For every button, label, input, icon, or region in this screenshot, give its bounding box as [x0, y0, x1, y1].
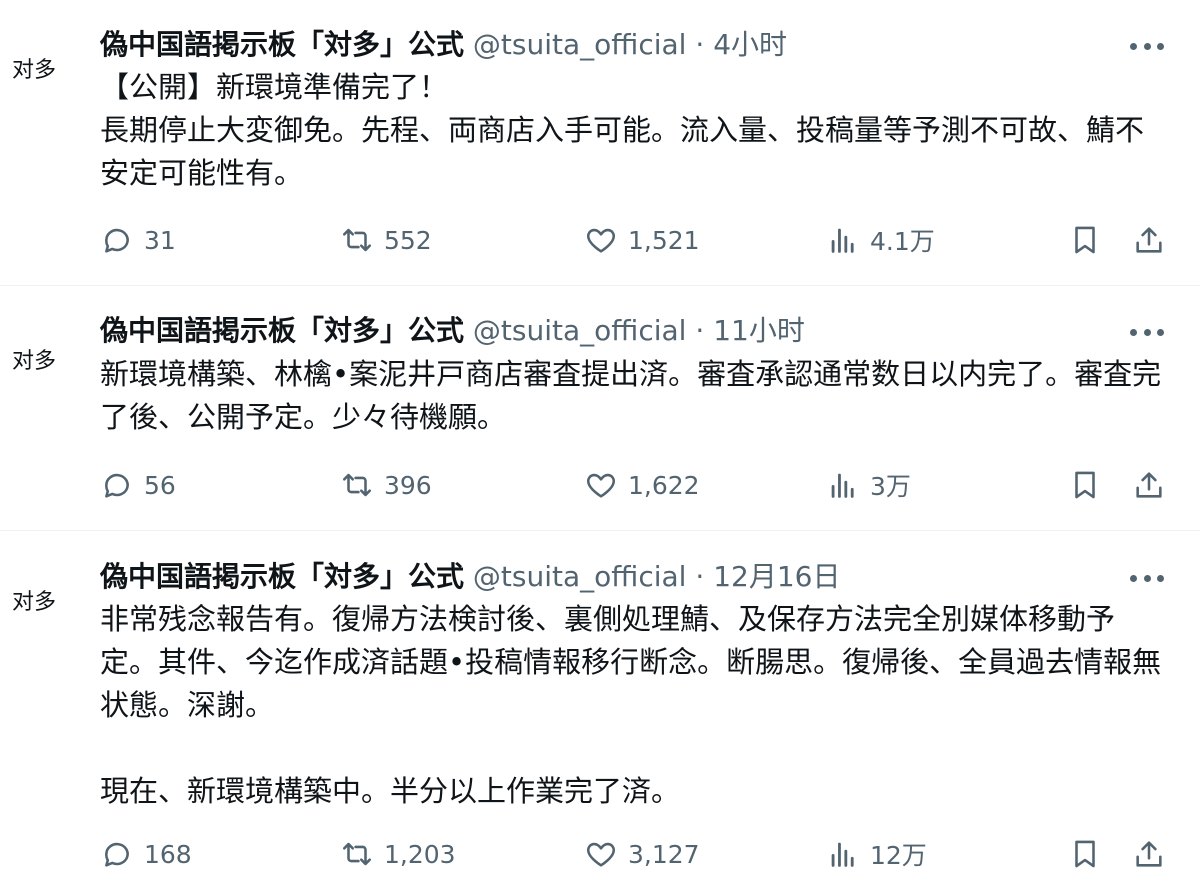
- separator: ·: [695, 560, 705, 593]
- repost-button[interactable]: 1,203: [340, 832, 456, 876]
- views-icon: [831, 473, 854, 498]
- more-icon[interactable]: [1130, 36, 1164, 56]
- repost-button[interactable]: 552: [340, 218, 432, 262]
- separator: ·: [695, 28, 705, 61]
- bookmark-button[interactable]: [1068, 463, 1102, 507]
- more-icon[interactable]: [1130, 568, 1164, 588]
- reply-button[interactable]: 56: [100, 463, 176, 507]
- timestamp[interactable]: 11小时: [713, 314, 805, 347]
- views-count: 3万: [870, 472, 911, 501]
- views-icon: [831, 842, 854, 867]
- bookmark-button[interactable]: [1068, 832, 1102, 876]
- bookmark-button[interactable]: [1068, 218, 1102, 262]
- avatar[interactable]: 对多: [12, 52, 72, 84]
- views-icon: [831, 228, 854, 253]
- views-count: 4.1万: [870, 227, 935, 256]
- avatar[interactable]: 对多: [12, 343, 72, 375]
- handle[interactable]: @tsuita_official: [473, 560, 687, 593]
- like-icon: [587, 473, 615, 498]
- post-text: 【公開】新環境準備完了！ 長期停止大変御免。先程、両商店入手可能。流入量、投稿量…: [100, 66, 1170, 195]
- timestamp[interactable]: 12月16日: [713, 560, 840, 593]
- post-header: 偽中国語掲示板「対多」公式 @tsuita_official · 4小时: [100, 24, 787, 66]
- post[interactable]: 对多 偽中国語掲示板「対多」公式 @tsuita_official · 4小时 …: [0, 0, 1200, 286]
- views-button[interactable]: 4.1万: [826, 218, 935, 262]
- timestamp[interactable]: 4小时: [713, 28, 787, 61]
- action-bar: 168 1,203 3,127 12万: [100, 832, 1180, 876]
- reply-count: 31: [144, 225, 176, 255]
- avatar[interactable]: 对多: [12, 584, 72, 616]
- repost-button[interactable]: 396: [340, 463, 432, 507]
- like-count: 3,127: [628, 839, 700, 869]
- display-name[interactable]: 偽中国語掲示板「対多」公式: [100, 314, 464, 347]
- share-icon: [1136, 472, 1162, 498]
- share-button[interactable]: [1132, 218, 1166, 262]
- post-paragraph: 新環境構築、林檎•案泥井戸商店審査提出済。審査承認通常数日以内完了。審査完了後、…: [100, 357, 1162, 434]
- reply-count: 168: [144, 839, 192, 869]
- bookmark-icon: [1075, 840, 1095, 868]
- repost-icon: [342, 842, 372, 866]
- share-icon: [1136, 227, 1162, 253]
- post-header: 偽中国語掲示板「対多」公式 @tsuita_official · 12月16日: [100, 556, 840, 598]
- repost-count: 396: [384, 470, 432, 500]
- post-paragraph: 【公開】新環境準備完了！ 長期停止大変御免。先程、両商店入手可能。流入量、投稿量…: [100, 70, 1145, 190]
- handle[interactable]: @tsuita_official: [473, 314, 687, 347]
- post-header: 偽中国語掲示板「対多」公式 @tsuita_official · 11小时: [100, 310, 805, 352]
- reply-icon: [105, 228, 129, 253]
- bookmark-icon: [1075, 471, 1095, 499]
- views-count: 12万: [870, 841, 927, 870]
- repost-count: 552: [384, 225, 432, 255]
- post-paragraph: 非常残念報告有。復帰方法検討後、裏側処理鯖、及保存方法完全別媒体移動予定。其件、…: [100, 602, 1162, 722]
- views-button[interactable]: 3万: [826, 463, 911, 507]
- separator: ·: [695, 314, 705, 347]
- like-icon: [587, 842, 615, 867]
- handle[interactable]: @tsuita_official: [473, 28, 687, 61]
- reply-icon: [105, 842, 129, 867]
- action-bar: 31 552 1,521 4.1万: [100, 218, 1180, 262]
- repost-icon: [342, 473, 372, 497]
- repost-icon: [342, 228, 372, 252]
- share-button[interactable]: [1132, 832, 1166, 876]
- post[interactable]: 对多 偽中国語掲示板「対多」公式 @tsuita_official · 12月1…: [0, 532, 1200, 884]
- like-count: 1,622: [628, 470, 700, 500]
- display-name[interactable]: 偽中国語掲示板「対多」公式: [100, 560, 464, 593]
- action-bar: 56 396 1,622 3万: [100, 463, 1180, 507]
- repost-count: 1,203: [384, 839, 456, 869]
- bookmark-icon: [1075, 226, 1095, 254]
- post-text: 新環境構築、林檎•案泥井戸商店審査提出済。審査承認通常数日以内完了。審査完了後、…: [100, 353, 1170, 439]
- display-name[interactable]: 偽中国語掲示板「対多」公式: [100, 28, 464, 61]
- reply-button[interactable]: 31: [100, 218, 176, 262]
- more-icon[interactable]: [1130, 322, 1164, 342]
- share-icon: [1136, 841, 1162, 867]
- like-button[interactable]: 1,622: [584, 463, 700, 507]
- reply-icon: [105, 473, 129, 498]
- reply-count: 56: [144, 470, 176, 500]
- share-button[interactable]: [1132, 463, 1166, 507]
- like-icon: [587, 228, 615, 253]
- like-count: 1,521: [628, 225, 700, 255]
- like-button[interactable]: 1,521: [584, 218, 700, 262]
- post-paragraph: 現在、新環境構築中。半分以上作業完了済。: [100, 774, 681, 808]
- like-button[interactable]: 3,127: [584, 832, 700, 876]
- post[interactable]: 对多 偽中国語掲示板「対多」公式 @tsuita_official · 11小时…: [0, 287, 1200, 531]
- reply-button[interactable]: 168: [100, 832, 192, 876]
- post-text: 非常残念報告有。復帰方法検討後、裏側処理鯖、及保存方法完全別媒体移動予定。其件、…: [100, 598, 1170, 813]
- views-button[interactable]: 12万: [826, 832, 927, 876]
